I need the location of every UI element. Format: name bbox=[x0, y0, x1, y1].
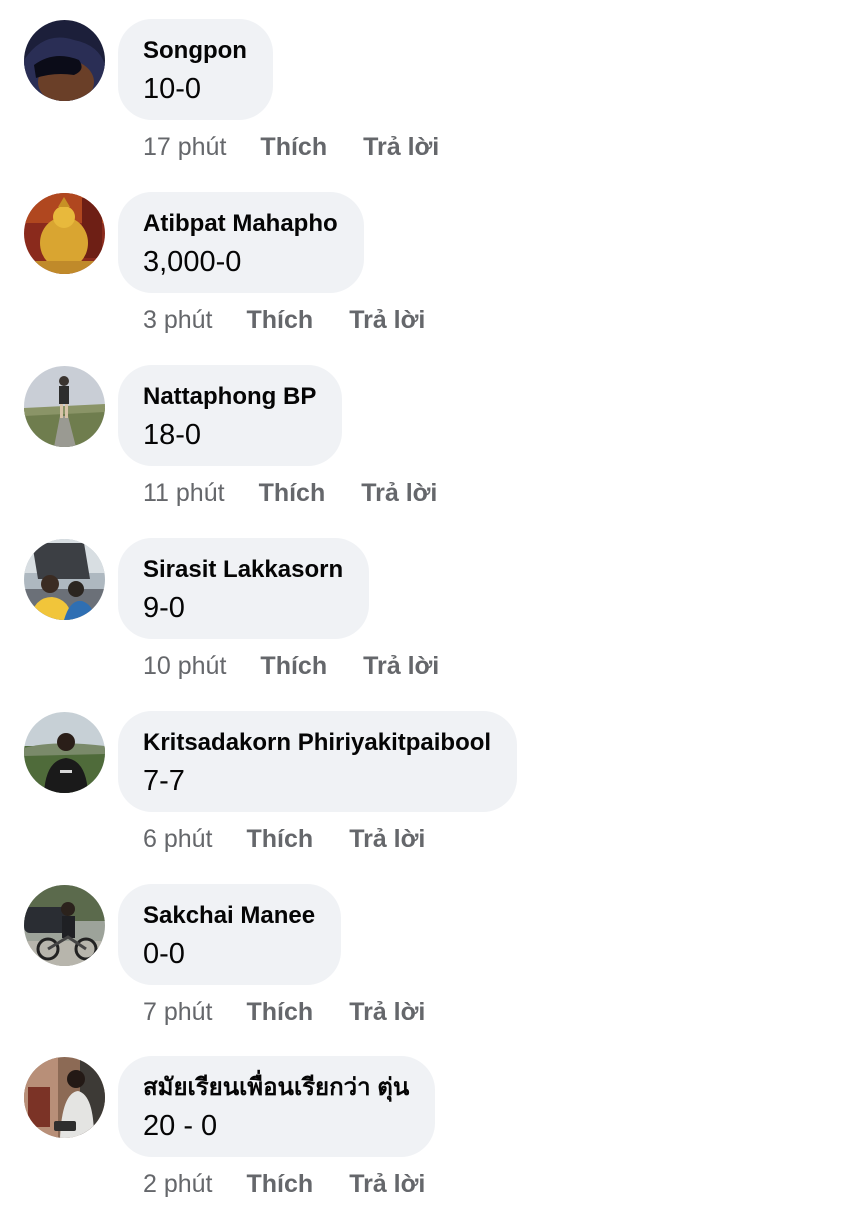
reply-button[interactable]: Trả lời bbox=[363, 130, 439, 164]
comment-bubble: Atibpat Mahapho 3,000-0 bbox=[118, 192, 364, 293]
comment-author[interactable]: สมัยเรียนเพื่อนเรียกว่า ตุ่น bbox=[143, 1073, 409, 1103]
avatar[interactable] bbox=[24, 366, 105, 447]
comment-item: Songpon 10-0 17 phút Thích Trả lời bbox=[0, 0, 842, 172]
avatar-photo bbox=[24, 366, 105, 447]
comment-actions: 11 phút Thích Trả lời bbox=[143, 476, 437, 510]
avatar-photo bbox=[24, 20, 105, 101]
comment-author[interactable]: Sakchai Manee bbox=[143, 901, 315, 931]
avatar-photo bbox=[24, 885, 105, 966]
comment-bubble: Sakchai Manee 0-0 bbox=[118, 884, 342, 985]
comment-actions: 2 phút Thích Trả lời bbox=[143, 1167, 425, 1201]
comment-text: 10-0 bbox=[143, 73, 202, 105]
comment-author[interactable]: Atibpat Mahapho bbox=[143, 209, 338, 239]
comment-text: 9-0 bbox=[143, 592, 185, 624]
avatar[interactable] bbox=[24, 885, 105, 966]
like-button[interactable]: Thích bbox=[260, 130, 327, 164]
comment-author[interactable]: Nattaphong BP bbox=[143, 382, 316, 412]
avatar[interactable] bbox=[24, 712, 105, 793]
comment-text: 20 - 0 bbox=[143, 1110, 218, 1142]
avatar[interactable] bbox=[24, 193, 105, 274]
avatar[interactable] bbox=[24, 539, 105, 620]
comment-text: 18-0 bbox=[143, 419, 202, 451]
like-button[interactable]: Thích bbox=[247, 822, 314, 856]
comment-item: สมัยเรียนเพื่อนเรียกว่า ตุ่น 20 - 0 2 ph… bbox=[0, 1037, 842, 1209]
like-button[interactable]: Thích bbox=[247, 1167, 314, 1201]
comment-time[interactable]: 7 phút bbox=[143, 995, 213, 1029]
comment-text: 0-0 bbox=[143, 938, 185, 970]
comment-time[interactable]: 3 phút bbox=[143, 303, 213, 337]
comment-item: Nattaphong BP 18-0 11 phút Thích Trả lời bbox=[0, 346, 842, 518]
avatar-photo bbox=[24, 193, 105, 274]
like-button[interactable]: Thích bbox=[247, 995, 314, 1029]
comment-item: Sakchai Manee 0-0 7 phút Thích Trả lời bbox=[0, 865, 842, 1037]
comment-bubble: Kritsadakorn Phiriyakitpaibool 7-7 bbox=[118, 711, 518, 812]
reply-button[interactable]: Trả lời bbox=[349, 995, 425, 1029]
comment-item: Atibpat Mahapho 3,000-0 3 phút Thích Trả l… bbox=[0, 173, 842, 345]
comment-bubble: Songpon 10-0 bbox=[118, 19, 273, 120]
reply-button[interactable]: Trả lời bbox=[349, 1167, 425, 1201]
comment-actions: 10 phút Thích Trả lời bbox=[143, 649, 439, 683]
avatar[interactable] bbox=[24, 1057, 105, 1138]
reply-button[interactable]: Trả lời bbox=[361, 476, 437, 510]
reply-button[interactable]: Trả lời bbox=[349, 822, 425, 856]
comment-time[interactable]: 17 phút bbox=[143, 130, 226, 164]
comment-time[interactable]: 10 phút bbox=[143, 649, 226, 683]
comment-author[interactable]: Songpon bbox=[143, 36, 247, 66]
comment-actions: 3 phút Thích Trả lời bbox=[143, 303, 425, 337]
comment-bubble: สมัยเรียนเพื่อนเรียกว่า ตุ่น 20 - 0 bbox=[118, 1056, 436, 1157]
comment-time[interactable]: 6 phút bbox=[143, 822, 213, 856]
like-button[interactable]: Thích bbox=[259, 476, 326, 510]
avatar-photo bbox=[24, 712, 105, 793]
comment-author[interactable]: Sirasit Lakkasorn bbox=[143, 555, 343, 585]
like-button[interactable]: Thích bbox=[260, 649, 327, 683]
like-button[interactable]: Thích bbox=[247, 303, 314, 337]
avatar[interactable] bbox=[24, 20, 105, 101]
comment-text: 3,000-0 bbox=[143, 246, 242, 278]
comment-author[interactable]: Kritsadakorn Phiriyakitpaibool bbox=[143, 728, 491, 758]
reply-button[interactable]: Trả lời bbox=[363, 649, 439, 683]
comment-bubble: Sirasit Lakkasorn 9-0 bbox=[118, 538, 370, 639]
avatar-photo bbox=[24, 539, 105, 620]
comment-item: Kritsadakorn Phiriyakitpaibool 7-7 6 phú… bbox=[0, 692, 842, 864]
comment-time[interactable]: 2 phút bbox=[143, 1167, 213, 1201]
avatar-photo bbox=[24, 1057, 105, 1138]
comment-actions: 6 phút Thích Trả lời bbox=[143, 822, 425, 856]
comment-actions: 17 phút Thích Trả lời bbox=[143, 130, 439, 164]
comment-time[interactable]: 11 phút bbox=[143, 476, 225, 510]
reply-button[interactable]: Trả lời bbox=[349, 303, 425, 337]
comment-item: Sirasit Lakkasorn 9-0 10 phút Thích Trả lờ… bbox=[0, 519, 842, 691]
comment-actions: 7 phút Thích Trả lời bbox=[143, 995, 425, 1029]
comment-bubble: Nattaphong BP 18-0 bbox=[118, 365, 343, 466]
comment-text: 7-7 bbox=[143, 765, 185, 797]
